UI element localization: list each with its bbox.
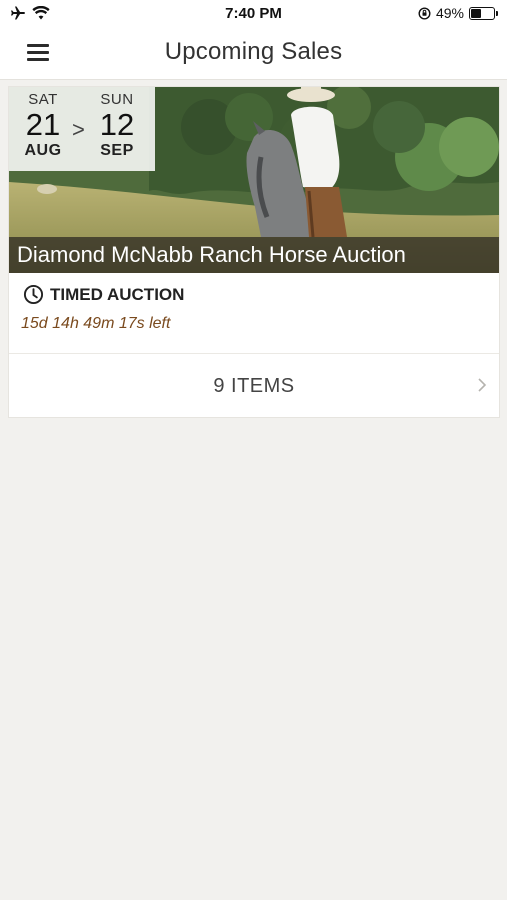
start-date: SAT 21 AUG: [13, 91, 73, 160]
battery-icon: [469, 6, 498, 20]
end-date: SUN 12 SEP: [87, 91, 147, 160]
auction-type-label: TIMED AUCTION: [50, 284, 185, 304]
sale-hero-image[interactable]: SAT 21 AUG > SUN 12 SEP Diamond McNabb R…: [9, 87, 499, 273]
sale-title-bar: Diamond McNabb Ranch Horse Auction: [9, 237, 499, 273]
clock-icon: [23, 284, 44, 305]
chevron-right-icon: [478, 378, 487, 392]
status-right: 49%: [418, 5, 498, 21]
end-month: SEP: [100, 142, 134, 159]
end-day-of-week: SUN: [100, 91, 134, 108]
start-day-of-week: SAT: [28, 91, 58, 108]
battery-level: [471, 8, 481, 18]
nav-bar: Upcoming Sales: [0, 28, 507, 80]
page-title: Upcoming Sales: [164, 38, 343, 65]
sale-title[interactable]: Diamond McNabb Ranch Horse Auction: [17, 242, 406, 268]
items-count-label: 9 ITEMS: [213, 375, 295, 397]
auction-type: TIMED AUCTION: [23, 284, 184, 305]
date-separator: >: [72, 117, 85, 142]
sale-card[interactable]: SAT 21 AUG > SUN 12 SEP Diamond McNabb R…: [8, 86, 500, 418]
sale-date-badge: SAT 21 AUG > SUN 12 SEP: [9, 87, 155, 171]
start-month: AUG: [24, 142, 62, 159]
view-items-button[interactable]: 9 ITEMS: [9, 354, 499, 417]
start-day: 21: [25, 107, 61, 142]
status-bar: 7:40 PM 49%: [0, 0, 507, 28]
orientation-lock-icon: [418, 6, 431, 20]
battery-percent: 49%: [435, 5, 464, 21]
time-remaining: 15d 14h 49m 17s left: [21, 315, 171, 332]
end-day: 12: [99, 107, 135, 142]
